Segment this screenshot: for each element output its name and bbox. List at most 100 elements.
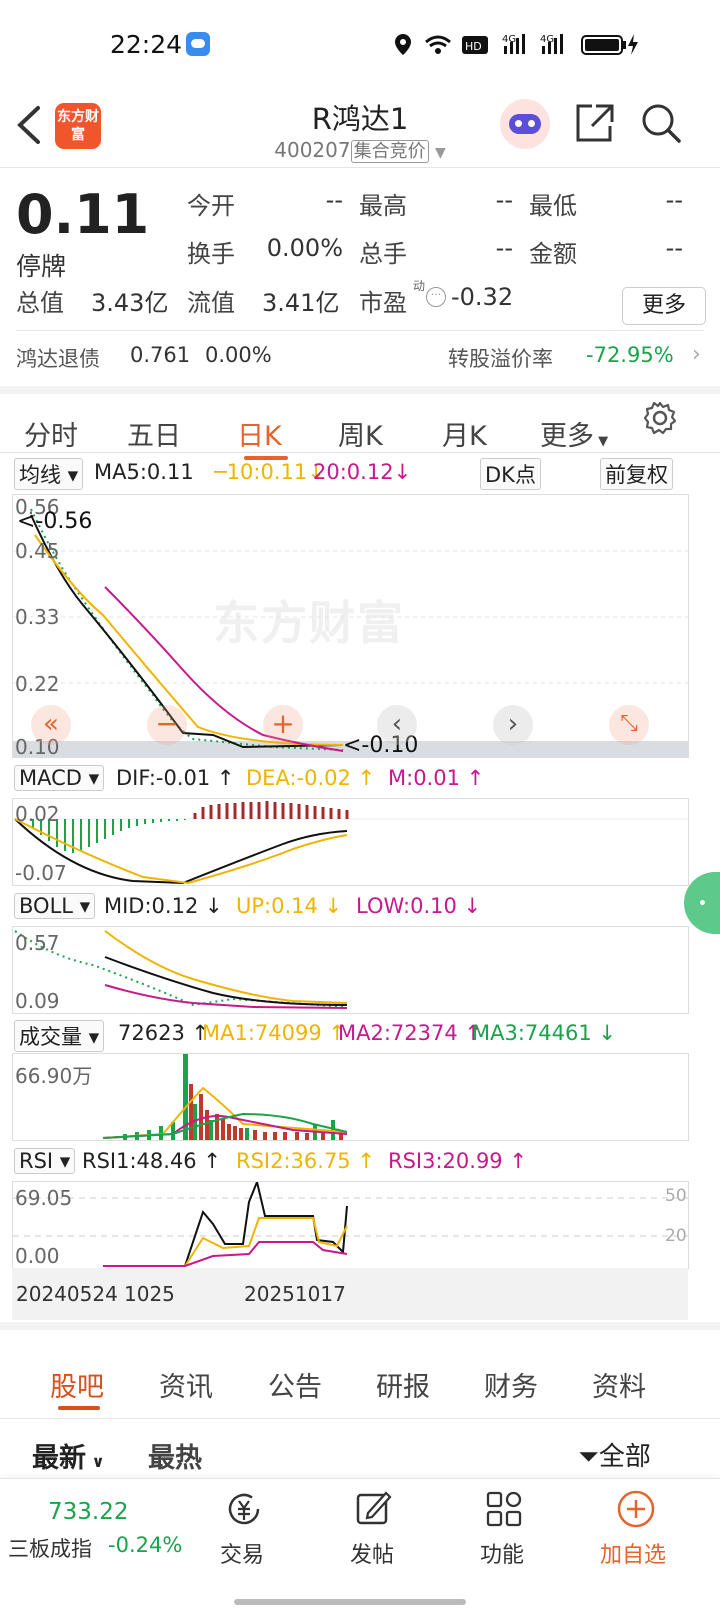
kline-chart[interactable]: 东方财富 0.56 0.45 0.33 0.22 0.10 <-0.56 <-0… <box>12 494 689 759</box>
index-value[interactable]: 733.22 <box>48 1499 128 1525</box>
float-label: 流值 <box>187 289 235 317</box>
volume-select[interactable]: 成交量 ▾ <box>14 1020 105 1052</box>
convertible-bond-row[interactable]: 鸿达退债 0.761 0.00% 转股溢价率 -72.95% › <box>0 338 720 382</box>
ma2-text: MA2:72374 <box>338 1021 458 1045</box>
index-name[interactable]: 三板成指 <box>8 1533 92 1563</box>
ma1-text: MA1:74099 <box>202 1021 322 1045</box>
dif-text: DIF:-0.01 <box>116 766 211 790</box>
tab-research[interactable]: 研报 <box>376 1365 430 1404</box>
fullscreen-icon[interactable]: ⤡ <box>609 705 649 745</box>
next-candle-icon[interactable]: › <box>493 705 533 745</box>
macd-chart[interactable]: 0.02 -0.07 <box>12 798 689 886</box>
ma10-text: 10:0.11 <box>226 460 308 484</box>
high-price-marker: <-0.56 <box>17 509 93 534</box>
zoom-out-icon[interactable]: − <box>147 705 187 745</box>
add-watchlist-button[interactable]: 加自选 <box>596 1487 676 1577</box>
tab-five-day[interactable]: 五日 <box>127 414 181 453</box>
post-button[interactable]: 发帖 <box>340 1487 406 1577</box>
prev-candle-icon[interactable]: ‹ <box>377 705 417 745</box>
mktcap-label: 总值 <box>16 289 64 317</box>
boll-up: UP:0.14 ↓ <box>236 894 343 918</box>
volume-value: -- <box>495 234 513 262</box>
tab-profile[interactable]: 资料 <box>592 1365 646 1404</box>
filter-icon: ⏷ <box>578 1442 599 1472</box>
tab-daily-k[interactable]: 日K <box>237 414 282 453</box>
trade-button[interactable]: 交易 <box>210 1487 276 1577</box>
tab-monthly-k[interactable]: 月K <box>442 414 487 453</box>
search-icon[interactable] <box>640 102 682 144</box>
tab-guba[interactable]: 股吧 <box>50 1365 104 1404</box>
volume-label: 成交量 <box>19 1025 82 1049</box>
settings-gear-icon[interactable] <box>642 400 678 436</box>
tab-news[interactable]: 资讯 <box>159 1365 213 1404</box>
sort-latest[interactable]: 最新 ∨ <box>32 1436 105 1475</box>
pe-value: -0.32 <box>451 283 514 311</box>
ma20-value: 20:0.12↓ <box>313 460 412 484</box>
y-label: 0.33 <box>15 605 60 629</box>
vol-ma2: MA2:72374 ↑ <box>338 1021 483 1045</box>
x-axis-bar: 20240524 1025 20251017 <box>12 1268 688 1320</box>
svg-text:HD: HD <box>465 40 482 53</box>
functions-label: 功能 <box>480 1543 525 1568</box>
chevron-down-icon: ∨ <box>86 1452 105 1471</box>
auction-tag: 集合竞价 <box>350 140 429 163</box>
scroll-left-icon[interactable]: « <box>31 705 71 745</box>
boll-chart[interactable]: 0.57 0.09 <box>12 926 689 1014</box>
tab-more[interactable]: 更多 ▼ <box>540 414 608 453</box>
last-price: 0.11 <box>16 183 150 246</box>
pe-label: 市盈 <box>359 289 407 317</box>
dk-point-button[interactable]: DK点 <box>480 458 541 490</box>
macd-label: MACD <box>19 766 82 790</box>
pe-dynamic-sup: 动 <box>413 279 426 293</box>
boll-label: BOLL <box>19 894 73 918</box>
boll-svg <box>14 930 348 1009</box>
boll-select[interactable]: BOLL ▾ <box>14 893 96 919</box>
volume-chart[interactable]: 66.90万 <box>12 1053 689 1141</box>
rsi-label: RSI <box>19 1149 54 1173</box>
rsi-y-top: 69.05 <box>15 1186 73 1210</box>
zoom-in-icon[interactable]: + <box>263 705 303 745</box>
sort-hot[interactable]: 最热 <box>148 1436 202 1475</box>
premium-label: 转股溢价率 <box>448 347 553 371</box>
svg-text:4G: 4G <box>540 34 554 45</box>
share-icon[interactable] <box>574 102 616 144</box>
macd-dea: DEA:-0.02 ↑ <box>246 766 376 790</box>
rsi2-text: RSI2:36.75 <box>236 1149 351 1173</box>
amount-value: -- <box>665 234 683 262</box>
ma20-text: 20:0.12 <box>313 460 394 484</box>
tab-intraday[interactable]: 分时 <box>24 414 78 453</box>
section-gap <box>0 1322 720 1330</box>
boll-y-top: 0.57 <box>15 931 60 955</box>
boll-mid: MID:0.12 ↓ <box>104 894 223 918</box>
boll-y-bottom: 0.09 <box>15 989 60 1013</box>
pe-info-icon[interactable]: ··· <box>426 287 446 307</box>
amount-label: 金额 <box>529 240 577 268</box>
tab-weekly-k[interactable]: 周K <box>338 414 383 453</box>
chevron-right-icon: › <box>692 342 701 367</box>
add-circle-icon <box>617 1490 655 1528</box>
filter-button[interactable]: ⏷全部 <box>578 1436 651 1473</box>
rsi-select[interactable]: RSI ▾ <box>14 1148 76 1174</box>
home-indicator[interactable] <box>234 1599 466 1605</box>
low-value: -- <box>665 186 683 214</box>
ma10-value: ─10:0.11↓ <box>214 460 325 484</box>
index-change[interactable]: -0.24% <box>108 1533 182 1557</box>
functions-button[interactable]: 功能 <box>470 1487 536 1577</box>
robot-assistant-icon[interactable] <box>500 99 550 149</box>
macd-select[interactable]: MACD ▾ <box>14 765 105 791</box>
adjust-price-button[interactable]: 前复权 <box>600 458 673 490</box>
ma5-value: MA5:0.11 <box>94 460 194 484</box>
status-icons: HD 4G 4G <box>395 34 638 55</box>
rsi-chart[interactable]: 69.05 0.00 50 20 <box>12 1181 689 1269</box>
floating-chat-handle[interactable] <box>684 872 720 934</box>
bond-name: 鸿达退债 <box>16 347 100 371</box>
more-button[interactable]: 更多 <box>622 287 706 325</box>
boll-low: LOW:0.10 ↓ <box>356 894 482 918</box>
tab-finance[interactable]: 财务 <box>484 1365 538 1404</box>
ma-indicator-select[interactable]: 均线 ▾ <box>14 458 84 490</box>
tab-announcements[interactable]: 公告 <box>268 1365 322 1404</box>
trading-status: 停牌 <box>16 252 67 281</box>
vol-text: 72623 <box>118 1021 185 1045</box>
filter-label: 全部 <box>598 1442 651 1472</box>
turnover-label: 换手 <box>187 240 235 268</box>
